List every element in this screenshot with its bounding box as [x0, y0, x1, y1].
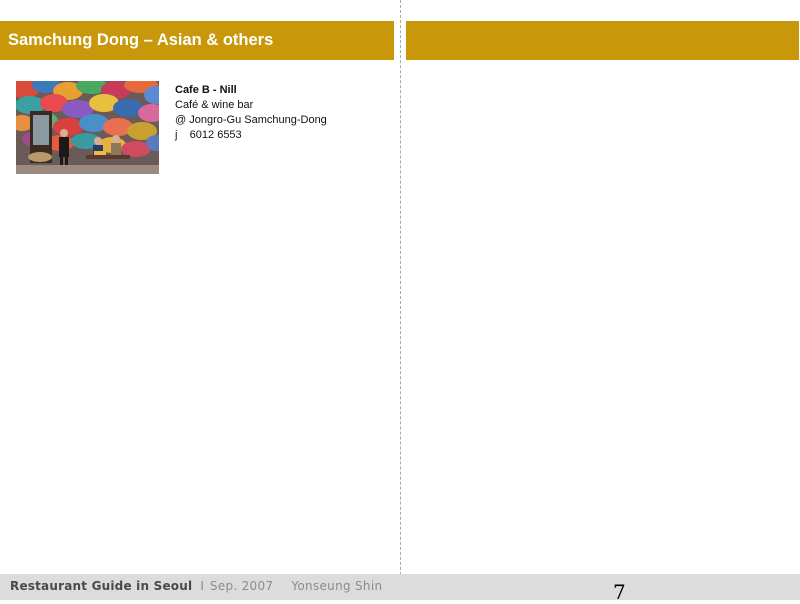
section-header: Samchung Dong – Asian & others	[0, 21, 394, 60]
page-number: 7	[613, 580, 626, 604]
restaurant-address: @ Jongro-Gu Samchung-Dong	[175, 114, 327, 126]
footer-credits: Restaurant Guide in Seoul I Sep. 2007 Yo…	[10, 578, 382, 594]
footer-separator: I	[200, 579, 204, 593]
footer-author: Yonseung Shin	[291, 579, 383, 593]
footer-date: Sep. 2007	[209, 579, 274, 593]
restaurant-name: Cafe B - Nill	[175, 84, 237, 96]
restaurant-phone: j 6012 6553	[175, 129, 242, 141]
page-divider	[400, 0, 401, 600]
section-title: Samchung Dong – Asian & others	[8, 31, 274, 49]
section-header-right	[406, 21, 799, 60]
restaurant-info: Cafe B - Nill Café & wine bar @ Jongro-G…	[175, 83, 327, 143]
restaurant-type: Café & wine bar	[175, 99, 254, 111]
restaurant-photo	[16, 81, 159, 174]
footer-title: Restaurant Guide in Seoul	[10, 579, 193, 593]
